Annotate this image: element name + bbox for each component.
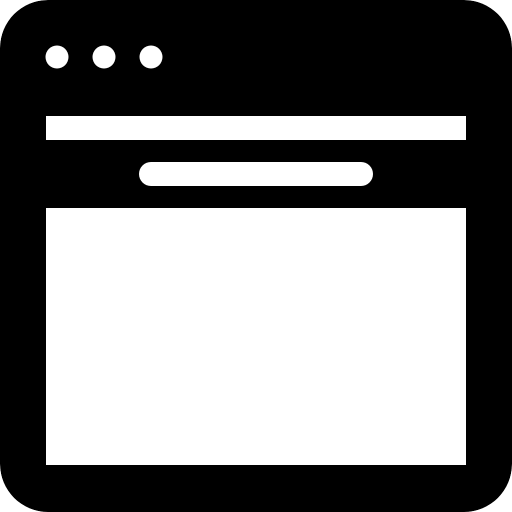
- browser-window-icon: [0, 0, 512, 512]
- window-dot-1: [45, 45, 69, 69]
- content-pane: [46, 208, 466, 465]
- window-dot-2: [92, 45, 116, 69]
- window-dot-3: [139, 45, 163, 69]
- browser-window-graphic: [0, 0, 512, 512]
- address-bar: [139, 162, 373, 186]
- toolbar-bar: [46, 116, 466, 140]
